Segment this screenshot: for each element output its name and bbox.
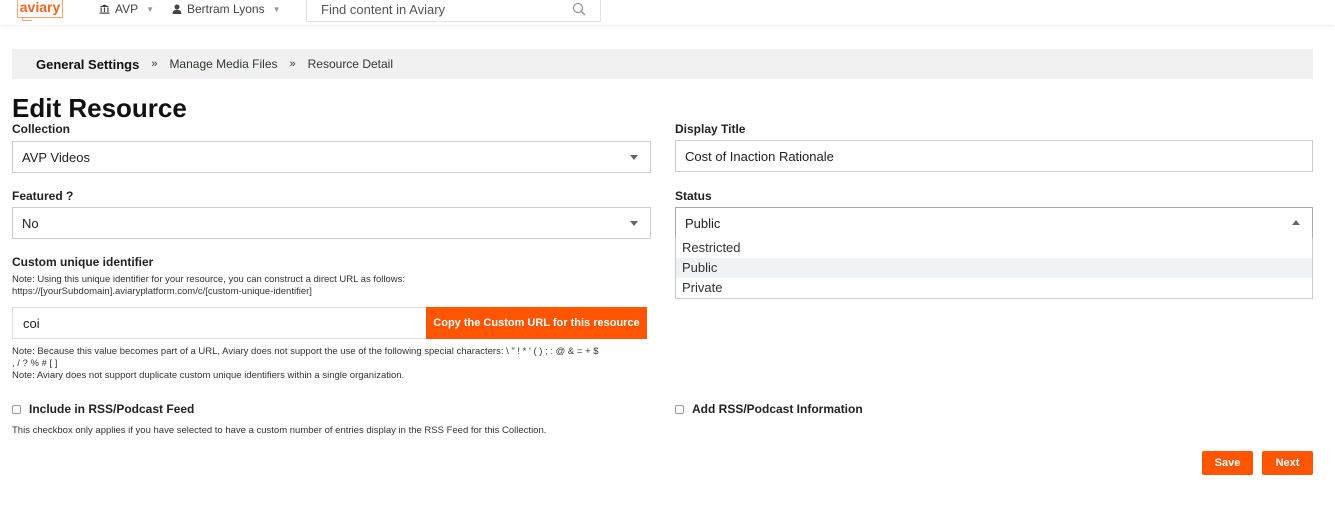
featured-label: Featured ?	[12, 189, 74, 203]
collection-select[interactable]: AVP Videos	[12, 141, 651, 173]
featured-select[interactable]: No	[12, 207, 651, 239]
status-label: Status	[675, 189, 712, 203]
rss-feed-note: This checkbox only applies if you have s…	[12, 425, 547, 436]
duplicate-id-note: Note: Aviary does not support duplicate …	[12, 370, 405, 381]
aviary-logo[interactable]: aviary	[17, 0, 63, 18]
custom-id-value: coi	[23, 315, 40, 331]
rss-info-checkbox-row[interactable]: Add RSS/Podcast Information	[675, 402, 863, 416]
copy-custom-url-button[interactable]: Copy the Custom URL for this resource	[426, 307, 647, 339]
featured-value: No	[22, 215, 39, 231]
institution-icon	[99, 4, 110, 14]
status-dropdown: Restricted Public Private	[675, 238, 1313, 299]
breadcrumb-general-settings[interactable]: General Settings	[36, 57, 139, 72]
custom-id-note: Note: Using this unique identifier for y…	[12, 274, 405, 298]
save-button[interactable]: Save	[1202, 451, 1253, 475]
status-option-private[interactable]: Private	[676, 278, 1312, 298]
custom-id-input[interactable]: coi	[12, 307, 427, 339]
rss-info-checkbox[interactable]	[675, 404, 684, 414]
logo-decoration	[22, 17, 32, 21]
search-input[interactable]: Find content in Aviary	[306, 0, 601, 22]
custom-id-note-line: Note: Using this unique identifier for y…	[12, 274, 406, 285]
caret-up-icon	[1292, 220, 1300, 225]
display-title-input[interactable]: Cost of Inaction Rationale	[675, 140, 1313, 172]
caret-down-icon	[630, 221, 638, 226]
search-placeholder: Find content in Aviary	[321, 2, 446, 17]
status-option-public[interactable]: Public	[676, 258, 1312, 278]
user-menu[interactable]: Bertram Lyons ▼	[172, 2, 281, 16]
collection-value: AVP Videos	[22, 149, 90, 165]
breadcrumb-manage-media-files[interactable]: Manage Media Files	[169, 57, 277, 71]
status-select[interactable]: Public	[675, 207, 1313, 239]
next-button[interactable]: Next	[1262, 451, 1313, 475]
chevron-down-icon: ▼	[272, 4, 281, 14]
page-title: Edit Resource	[12, 93, 187, 123]
rss-info-label: Add RSS/Podcast Information	[692, 402, 863, 416]
collection-label: Collection	[12, 122, 71, 136]
org-switcher[interactable]: AVP ▼	[99, 2, 154, 16]
top-nav: aviary AVP ▼ Bertram Lyons ▼ Find conten…	[0, 0, 1335, 25]
breadcrumb-separator: »	[151, 58, 158, 70]
custom-id-url-pattern: https://[yourSubdomain].aviaryplatform.c…	[12, 286, 312, 297]
special-characters-line: , / ? % # [ ]	[12, 358, 58, 369]
rss-feed-label: Include in RSS/Podcast Feed	[29, 402, 195, 416]
special-characters-note: Note: Because this value becomes part of…	[12, 346, 599, 382]
status-option-restricted[interactable]: Restricted	[676, 238, 1312, 258]
chevron-down-icon: ▼	[146, 4, 155, 14]
breadcrumb-resource-detail: Resource Detail	[307, 57, 393, 71]
user-icon	[172, 4, 182, 14]
rss-feed-checkbox-row[interactable]: Include in RSS/Podcast Feed	[12, 402, 194, 416]
org-name: AVP	[115, 2, 139, 16]
breadcrumb-separator: »	[289, 58, 296, 70]
custom-id-label: Custom unique identifier	[12, 255, 154, 269]
user-name: Bertram Lyons	[187, 2, 265, 16]
display-title-value: Cost of Inaction Rationale	[685, 148, 834, 164]
special-characters-line: Note: Because this value becomes part of…	[12, 346, 599, 357]
status-value: Public	[685, 215, 721, 231]
breadcrumb: General Settings » Manage Media Files » …	[12, 49, 1313, 79]
search-icon[interactable]	[572, 2, 586, 16]
caret-down-icon	[630, 155, 638, 160]
rss-feed-checkbox[interactable]	[12, 404, 21, 414]
display-title-label: Display Title	[675, 122, 746, 136]
